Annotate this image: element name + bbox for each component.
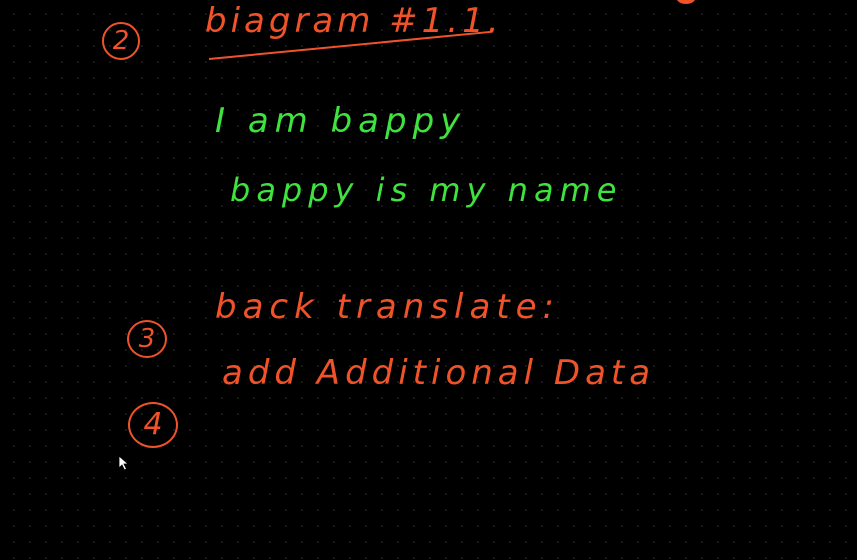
- example-line-2: bappy is my name: [230, 171, 623, 209]
- whiteboard-canvas[interactable]: 2 biagram #1.1. I am bappy bappy is my n…: [0, 0, 857, 560]
- item-2-heading: biagram #1.1.: [205, 1, 503, 41]
- item-number-3: 3: [138, 324, 156, 354]
- item-4-text: add Additional Data: [222, 353, 656, 393]
- example-line-1: I am bappy: [215, 101, 467, 141]
- item-number-circle-2: 2: [102, 22, 140, 60]
- ink-blob: [676, 0, 696, 4]
- item-number-circle-3: 3: [127, 320, 167, 358]
- item-number-circle-4: 4: [128, 402, 178, 448]
- arrow-pointer-icon: [118, 455, 130, 471]
- item-3-text: back translate:: [215, 287, 560, 327]
- item-number-2: 2: [112, 26, 130, 56]
- item-number-4: 4: [143, 407, 163, 442]
